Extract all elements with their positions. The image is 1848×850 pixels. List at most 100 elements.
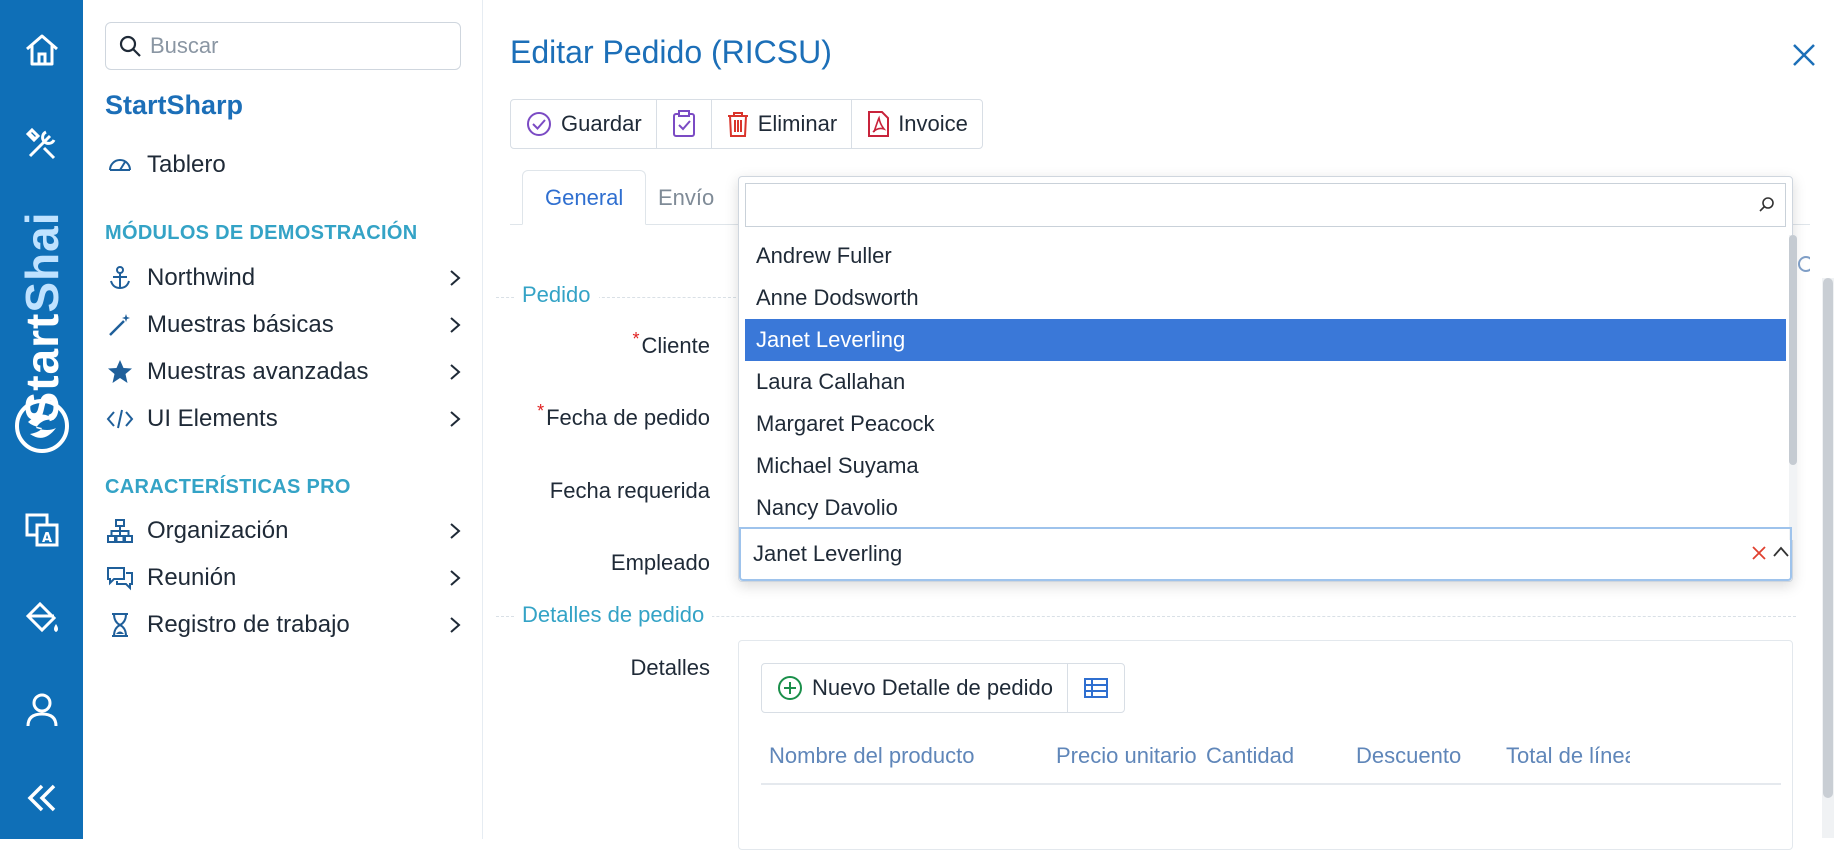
clear-icon[interactable] [1751,545,1767,561]
dropdown-search[interactable] [745,183,1786,227]
search-icon [1757,195,1777,215]
dropdown-option[interactable]: Margaret Peacock [745,403,1786,445]
section-pro-heading: CARACTERÍSTICAS PRO [105,476,351,498]
sidebar-item-organization[interactable]: Organización [105,511,465,551]
chevron-right-icon [445,566,465,590]
column-header-product[interactable]: Nombre del producto [769,743,974,769]
dialog-toolbar: Guardar Eliminar Invoice [510,99,983,149]
save-button[interactable]: Guardar [511,100,657,148]
dialog-scrollbar[interactable] [1822,278,1834,838]
chevron-up-icon[interactable] [1771,543,1791,561]
dropdown-option[interactable]: Anne Dodsworth [745,277,1786,319]
chevron-right-icon [445,407,465,431]
invoice-label: Invoice [898,111,968,136]
column-header-discount[interactable]: Descuento [1356,743,1461,769]
search-input[interactable] [150,33,440,59]
legend-order: Pedido [514,282,599,308]
dashboard-icon [105,150,135,180]
brand-logo: StartShai [0,180,83,453]
details-toolbar: Nuevo Detalle de pedido [761,663,1125,713]
sidebar-item-label: Organización [147,517,289,544]
order-details-grid: Nuevo Detalle de pedido Nombre del produ… [738,640,1793,850]
edit-order-dialog: Editar Pedido (RICSU) Guardar Eliminar I… [484,0,1848,850]
sidebar-item-label: Northwind [147,264,256,291]
chevron-right-icon [445,266,465,290]
sidebar-item-label: Muestras básicas [147,311,334,338]
employee-select-value: Janet Leverling [753,541,903,566]
dropdown-option[interactable]: Laura Callahan [745,361,1786,403]
column-header-line-total[interactable]: Total de línea [1506,743,1630,769]
close-icon[interactable] [1789,40,1819,70]
apply-changes-button[interactable] [657,100,712,148]
dropdown-option[interactable]: Andrew Fuller [745,235,1786,277]
search-icon [118,34,142,58]
save-label: Guardar [561,111,642,136]
sidebar-item-label: Tablero [147,151,226,178]
tools-icon[interactable] [0,116,83,172]
clipboard-check-icon [671,110,697,138]
dropdown-option[interactable]: Michael Suyama [745,445,1786,487]
dropdown-option[interactable]: Nancy Davolio [745,487,1786,525]
app-title[interactable]: StartSharp [105,90,243,121]
paint-bucket-icon[interactable] [0,590,83,646]
label-details: Detalles [630,655,710,680]
delete-label: Eliminar [757,111,838,136]
star-icon [105,357,135,387]
partial-icon [1794,252,1810,274]
employee-dropdown: Andrew Fuller Anne Dodsworth Janet Lever… [738,176,1797,582]
new-order-detail-button[interactable]: Nuevo Detalle de pedido [762,664,1068,712]
hourglass-icon [105,610,135,640]
trash-icon [726,110,750,138]
label-customer: *Cliente [632,329,711,358]
sidebar-item-ui-elements[interactable]: UI Elements [105,399,465,439]
dropdown-options: Andrew Fuller Anne Dodsworth Janet Lever… [745,235,1786,525]
dropdown-scrollbar[interactable] [1789,235,1797,540]
sidebar-item-dashboard[interactable]: Tablero [105,145,465,185]
user-icon[interactable] [0,682,83,738]
delete-button[interactable]: Eliminar [712,100,853,148]
sidebar-item-label: Muestras avanzadas [147,358,369,385]
legend-order-details: Detalles de pedido [514,602,713,628]
chevron-right-icon [445,313,465,337]
chat-bubbles-icon [105,563,135,593]
anchor-icon [105,263,135,293]
column-picker-button[interactable] [1068,664,1124,712]
sidebar-item-northwind[interactable]: Northwind [105,258,465,298]
chevron-right-icon [445,613,465,637]
code-icon [105,404,135,434]
dropdown-option-selected[interactable]: Janet Leverling [745,319,1786,361]
dialog-title: Editar Pedido (RICSU) [510,34,832,70]
sidebar-search[interactable] [105,22,461,70]
invoice-button[interactable]: Invoice [852,100,982,148]
column-header-unit-price[interactable]: Precio unitario [1056,743,1197,769]
svg-text:A: A [42,531,52,546]
section-demo-heading: MÓDULOS DE DEMOSTRACIÓN [105,222,418,244]
sidebar-item-work-log[interactable]: Registro de trabajo [105,605,465,645]
tab-general[interactable]: General [522,170,647,225]
check-circle-icon [525,110,553,138]
sidebar-item-label: UI Elements [147,405,278,432]
chevron-right-icon [445,360,465,384]
magic-wand-icon [105,310,135,340]
column-header-quantity[interactable]: Cantidad [1206,743,1294,769]
label-order-date: *Fecha de pedido [537,401,710,430]
tab-shipping[interactable]: Envío [636,170,736,225]
dropdown-search-input[interactable] [746,185,1757,225]
home-icon[interactable] [0,22,83,78]
sidebar: StartSharp Tablero MÓDULOS DE DEMOSTRACI… [83,0,483,839]
sidebar-item-meeting[interactable]: Reunión [105,558,465,598]
sidebar-item-label: Registro de trabajo [147,611,350,638]
translate-icon[interactable]: A [0,502,83,558]
chevron-right-icon [445,519,465,543]
grid-header-divider [761,783,1781,785]
org-chart-icon [105,516,135,546]
label-required-date: Fecha requerida [549,478,710,503]
employee-select[interactable]: Janet Leverling [739,527,1792,581]
label-employee: Empleado [610,550,710,575]
new-order-detail-label: Nuevo Detalle de pedido [812,675,1053,700]
collapse-sidebar-icon[interactable] [0,770,83,826]
icon-rail: StartShai A [0,0,83,839]
table-icon [1082,676,1110,700]
sidebar-item-basic-samples[interactable]: Muestras básicas [105,305,465,345]
sidebar-item-advanced-samples[interactable]: Muestras avanzadas [105,352,465,392]
